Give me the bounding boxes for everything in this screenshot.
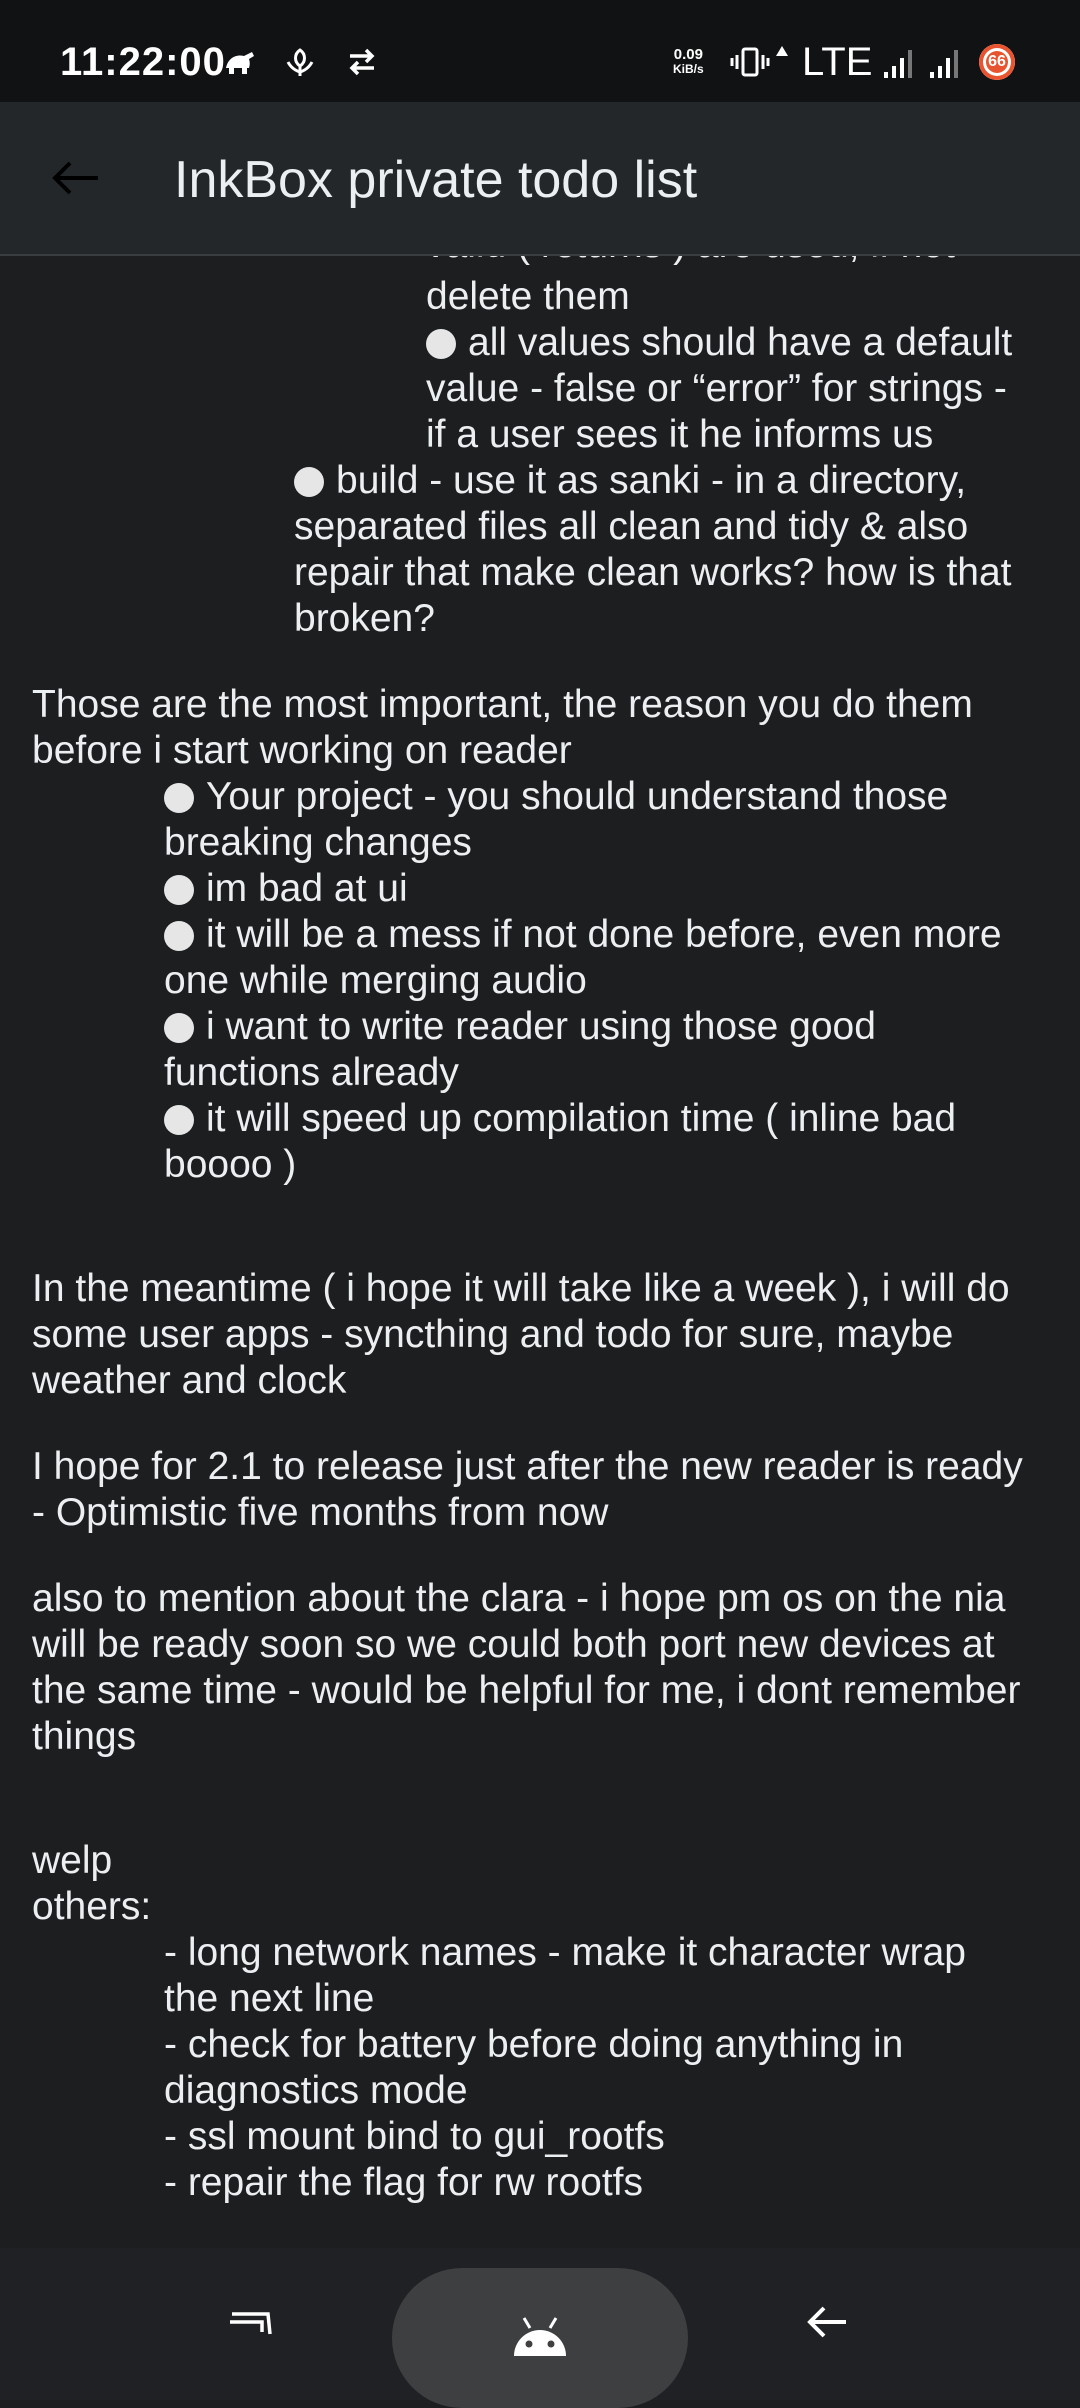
- signal-icon: [884, 50, 912, 78]
- list-item: Your project - you should understand tho…: [164, 774, 948, 820]
- paragraph-line: - Optimistic five months from now: [32, 1491, 609, 1534]
- note-line: delete them: [426, 275, 630, 318]
- paragraph-line: some user apps - syncthing and todo for …: [32, 1313, 954, 1356]
- bullet-icon: [164, 1013, 194, 1043]
- bullet-icon: [164, 783, 194, 813]
- note-line: if a user sees it he informs us: [426, 413, 934, 456]
- paragraph-line: the same time - would be helpful for me,…: [32, 1669, 1021, 1712]
- leaf-icon: [286, 48, 314, 76]
- bullet-icon: [164, 875, 194, 905]
- list-item: im bad at ui: [164, 866, 408, 912]
- list-item: - check for battery before doing anythin…: [164, 2023, 904, 2066]
- list-item: - repair the flag for rw rootfs: [164, 2161, 644, 2204]
- list-item: all values should have a default: [426, 320, 1012, 366]
- paragraph-line: welp: [32, 1839, 113, 1882]
- android-icon: [514, 2317, 566, 2356]
- status-time: 11:22:00: [60, 40, 226, 84]
- list-item: build - use it as sanki - in a directory…: [294, 458, 966, 504]
- recents-icon[interactable]: [226, 2300, 278, 2344]
- paragraph-line: will be ready soon so we could both port…: [32, 1623, 995, 1666]
- navigation-bar: [0, 2248, 1080, 2408]
- list-item: - ssl mount bind to gui_rootfs: [164, 2115, 665, 2158]
- note-line: broken?: [294, 597, 435, 640]
- note-line: repair that make clean works? how is tha…: [294, 551, 1012, 594]
- bullet-icon: [426, 329, 456, 359]
- arrow-left-icon[interactable]: [50, 158, 102, 198]
- turtle-icon: [226, 52, 254, 74]
- paragraph-line: things: [32, 1715, 137, 1758]
- note-line: the next line: [164, 1977, 375, 2020]
- note-line: value - false or “error” for strings -: [426, 367, 1007, 410]
- list-item: it will speed up compilation time ( inli…: [164, 1096, 956, 1142]
- paragraph-line: In the meantime ( i hope it will take li…: [32, 1267, 1010, 1310]
- note-line: boooo ): [164, 1143, 297, 1186]
- app-bar: InkBox private todo list: [0, 102, 1080, 256]
- note-line: valid ( returns ) are used, if not: [426, 256, 955, 268]
- paragraph-line: Those are the most important, the reason…: [32, 683, 973, 726]
- network-speed: 0.09 KiB/s: [673, 46, 704, 76]
- list-item: i want to write reader using those good: [164, 1004, 876, 1050]
- bullet-icon: [164, 921, 194, 951]
- bullet-icon: [164, 1105, 194, 1135]
- paragraph-line: also to mention about the clara - i hope…: [32, 1577, 1006, 1620]
- note-line: diagnostics mode: [164, 2069, 468, 2112]
- vibrate-icon: [730, 47, 770, 77]
- network-type: LTE: [802, 40, 873, 84]
- note-content: valid ( returns ) are used, if not delet…: [0, 256, 1080, 2248]
- paragraph-line: weather and clock: [32, 1359, 347, 1402]
- list-item: it will be a mess if not done before, ev…: [164, 912, 1002, 958]
- battery-icon: 66: [979, 44, 1015, 80]
- note-line: separated files all clean and tidy & als…: [294, 505, 969, 548]
- signal-icon-2: [930, 50, 958, 78]
- sync-icon: [349, 48, 375, 76]
- status-bar: 11:22:00 0.09 KiB/s LTE 66: [0, 0, 1080, 102]
- list-item: - long network names - make it character…: [164, 1931, 966, 1974]
- note-line: breaking changes: [164, 821, 472, 864]
- page-title: InkBox private todo list: [174, 151, 698, 209]
- bullet-icon: [294, 467, 324, 497]
- data-up-icon: [776, 46, 788, 56]
- paragraph-line: others:: [32, 1885, 152, 1928]
- note-line: functions already: [164, 1051, 459, 1094]
- paragraph-line: before i start working on reader: [32, 729, 572, 772]
- home-button[interactable]: [392, 2268, 688, 2408]
- back-arrow-icon[interactable]: [804, 2300, 852, 2344]
- paragraph-line: I hope for 2.1 to release just after the…: [32, 1445, 1023, 1488]
- note-line: one while merging audio: [164, 959, 587, 1002]
